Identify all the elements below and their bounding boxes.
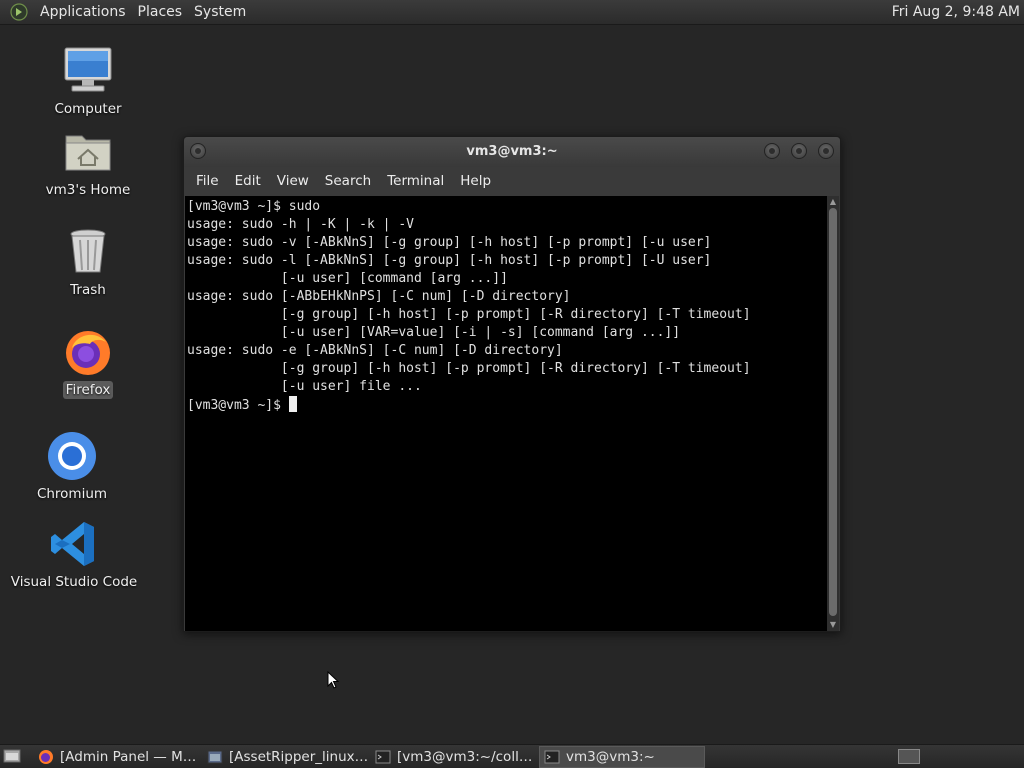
terminal-line: [-u user] file ... — [187, 379, 422, 394]
maximize-button[interactable] — [791, 143, 807, 159]
taskbar-item-admin-panel[interactable]: [Admin Panel — Mo... — [34, 746, 200, 768]
chromium-icon — [46, 430, 98, 482]
terminal-line: [-u user] [command [arg ...]] — [187, 271, 508, 286]
terminal-line: [-g group] [-h host] [-p prompt] [-R dir… — [187, 361, 751, 376]
menu-file[interactable]: File — [188, 167, 227, 195]
terminal-scrollbar[interactable]: ▲ ▼ — [827, 196, 839, 631]
desktop-icon-label: Visual Studio Code — [10, 574, 138, 590]
terminal-output[interactable]: [vm3@vm3 ~]$ sudo usage: sudo -h | -K | -… — [185, 196, 828, 631]
applications-menu[interactable]: Applications — [34, 0, 132, 25]
desktop-icon-firefox[interactable]: Firefox — [18, 326, 158, 399]
taskbar-item-label: vm3@vm3:~ — [566, 749, 655, 765]
distro-logo-icon[interactable] — [9, 2, 29, 22]
firefox-icon — [62, 326, 114, 378]
computer-icon — [62, 45, 114, 97]
terminal-line: usage: sudo -l [-ABkNnS] [-g group] [-h … — [187, 253, 712, 268]
terminal-prompt: [vm3@vm3 ~]$ — [187, 398, 289, 413]
firefox-icon — [38, 749, 54, 765]
scrollbar-thumb[interactable] — [829, 208, 837, 616]
top-panel: Applications Places System Fri Aug 2, 9:… — [0, 0, 1024, 25]
terminal-text: [vm3@vm3 ~]$ sudo usage: sudo -h | -K | -… — [187, 198, 751, 415]
menu-search[interactable]: Search — [317, 167, 379, 195]
taskbar-item-label: [AssetRipper_linux_... — [229, 749, 369, 765]
terminal-icon — [544, 749, 560, 765]
desktop-icon-label: vm3's Home — [45, 182, 131, 198]
menu-help[interactable]: Help — [452, 167, 499, 195]
desktop-icon-label: Chromium — [36, 486, 108, 502]
terminal-prompt-line[interactable]: [vm3@vm3 ~]$ — [187, 396, 751, 415]
mouse-pointer-icon — [327, 670, 340, 693]
minimize-button[interactable] — [764, 143, 780, 159]
taskbar-item-terminal-active[interactable]: vm3@vm3:~ — [539, 746, 705, 768]
workspace-switcher[interactable] — [898, 749, 920, 764]
terminal-line: [vm3@vm3 ~]$ sudo — [187, 199, 321, 214]
taskbar-item-label: [Admin Panel — Mo... — [60, 749, 200, 765]
terminal-line: [-u user] [VAR=value] [-i | -s] [command… — [187, 325, 681, 340]
clock[interactable]: Fri Aug 2, 9:48 AM — [892, 0, 1020, 25]
text-cursor — [288, 396, 297, 412]
scroll-down-icon[interactable]: ▼ — [827, 619, 839, 631]
scroll-up-icon[interactable]: ▲ — [827, 196, 839, 208]
places-menu[interactable]: Places — [132, 0, 189, 25]
desktop-icon-label: Trash — [70, 282, 106, 298]
terminal-line: [-g group] [-h host] [-p prompt] [-R dir… — [187, 307, 751, 322]
menu-edit[interactable]: Edit — [227, 167, 269, 195]
desktop-icon-vscode[interactable]: Visual Studio Code — [4, 518, 144, 591]
desktop-icon-home[interactable]: vm3's Home — [18, 126, 158, 199]
menu-view[interactable]: View — [269, 167, 317, 195]
window-title: vm3@vm3:~ — [466, 144, 558, 159]
close-button[interactable] — [818, 143, 834, 159]
app-window-icon — [207, 749, 223, 765]
vscode-icon — [48, 518, 100, 570]
taskbar-item-assetripper[interactable]: [AssetRipper_linux_... — [203, 746, 369, 768]
taskbar-item-terminal-colla[interactable]: [vm3@vm3:~/colla... — [371, 746, 537, 768]
desktop-icon-label: Computer — [54, 101, 122, 117]
terminal-icon — [375, 749, 391, 765]
desktop-icon-computer[interactable]: Computer — [18, 45, 158, 118]
bottom-panel: [Admin Panel — Mo... [AssetRipper_linux_… — [0, 744, 1024, 768]
terminal-line: usage: sudo -v [-ABkNnS] [-g group] [-h … — [187, 235, 712, 250]
menu-terminal[interactable]: Terminal — [379, 167, 452, 195]
terminal-line: usage: sudo [-ABbEHkNnPS] [-C num] [-D d… — [187, 289, 571, 304]
taskbar-item-label: [vm3@vm3:~/colla... — [397, 749, 537, 765]
terminal-window[interactable]: vm3@vm3:~ File Edit View Search Terminal… — [183, 136, 841, 632]
terminal-line: usage: sudo -h | -K | -k | -V — [187, 217, 414, 232]
desktop-icon-chromium[interactable]: Chromium — [2, 430, 142, 503]
terminal-menubar: File Edit View Search Terminal Help — [184, 167, 840, 195]
desktop-icon-trash[interactable]: Trash — [18, 226, 158, 299]
home-folder-icon — [62, 126, 114, 178]
trash-icon — [62, 226, 114, 278]
terminal-titlebar[interactable]: vm3@vm3:~ — [184, 137, 840, 167]
show-desktop-icon[interactable] — [3, 748, 21, 764]
system-menu[interactable]: System — [188, 0, 252, 25]
desktop-icon-label: Firefox — [62, 381, 114, 399]
terminal-line: usage: sudo -e [-ABkNnS] [-C num] [-D di… — [187, 343, 563, 358]
